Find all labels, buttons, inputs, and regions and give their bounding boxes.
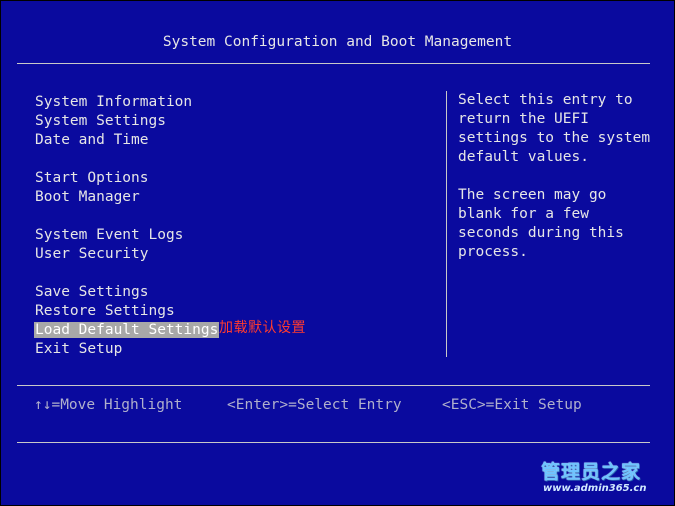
divider-bottom <box>17 442 650 443</box>
help-line <box>458 167 650 186</box>
menu-item-restore-settings[interactable]: Restore Settings <box>34 300 219 319</box>
menu-item-load-default-settings[interactable]: Load Default Settings <box>34 319 220 338</box>
divider-middle <box>17 385 650 386</box>
help-line: default values. <box>458 149 589 165</box>
help-line: process. <box>458 244 528 260</box>
menu-spacer <box>34 205 219 224</box>
divider-top <box>17 63 650 64</box>
menu-spacer <box>34 262 219 281</box>
help-line: The screen may go <box>458 187 607 203</box>
watermark-url: www.admin365.cn <box>543 483 647 494</box>
footer-enter-hint: <Enter>=Select Entry <box>227 397 402 413</box>
annotation-label: 加载默认设置 <box>219 320 306 336</box>
menu-spacer <box>34 148 219 167</box>
menu-item-system-event-logs[interactable]: System Event Logs <box>34 224 219 243</box>
menu-item-date-and-time[interactable]: Date and Time <box>34 129 219 148</box>
menu-item-boot-manager[interactable]: Boot Manager <box>34 186 219 205</box>
bios-screen: System Configuration and Boot Management… <box>1 1 674 505</box>
menu-item-start-options[interactable]: Start Options <box>34 167 219 186</box>
menu-item-system-settings[interactable]: System Settings <box>34 110 219 129</box>
help-line: seconds during this <box>458 225 624 241</box>
menu-item-user-security[interactable]: User Security <box>34 243 219 262</box>
help-line: blank for a few <box>458 206 589 222</box>
main-menu: System Information System Settings Date … <box>34 91 220 357</box>
divider-vertical <box>446 91 447 357</box>
page-title: System Configuration and Boot Management <box>162 34 513 50</box>
footer-esc-hint: <ESC>=Exit Setup <box>442 397 582 413</box>
help-line: return the UEFI <box>458 111 589 127</box>
watermark-logo: 管理员之家 www.admin365.cn <box>539 457 659 501</box>
help-line: Select this entry to <box>458 92 633 108</box>
help-panel: Select this entry to return the UEFI set… <box>458 91 650 262</box>
menu-item-system-information[interactable]: System Information <box>34 91 219 110</box>
footer-move-hint: ↑↓=Move Highlight <box>34 397 183 413</box>
menu-item-exit-setup[interactable]: Exit Setup <box>34 338 219 357</box>
watermark-title: 管理员之家 <box>541 461 642 483</box>
help-line: settings to the system <box>458 130 651 146</box>
menu-item-save-settings[interactable]: Save Settings <box>34 281 219 300</box>
